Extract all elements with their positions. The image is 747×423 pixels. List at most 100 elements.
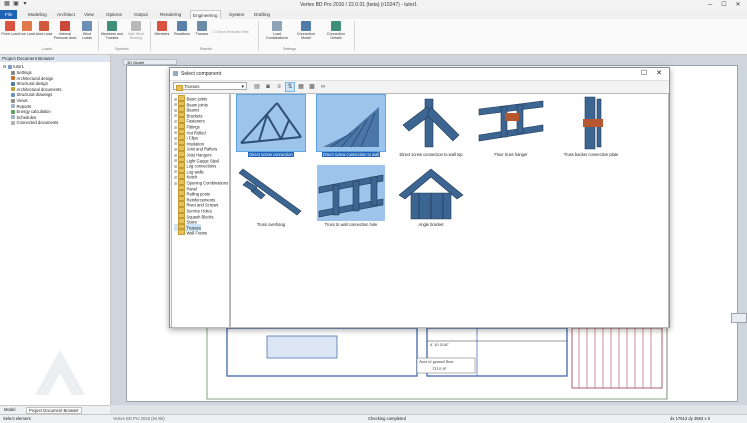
- connection-hole-thumbnail: [317, 165, 385, 221]
- folder-wall-frame[interactable]: Wall Frame: [174, 229, 207, 236]
- select-component-dialog: Select component ☐ ✕ Trusses ▾ ▤ ◙ ≡ ⇅ ▦…: [169, 67, 670, 328]
- tab-output[interactable]: Output: [132, 10, 150, 19]
- connection-details-icon: [331, 21, 341, 31]
- minimize-icon[interactable]: ─: [704, 1, 716, 9]
- dialog-app-icon: [173, 71, 178, 76]
- ribbon-divider: [98, 21, 99, 51]
- architectural-design-icon: [11, 76, 15, 81]
- list-view-icon[interactable]: ≡: [274, 82, 284, 92]
- dialog-title-bar: Select component ☐ ✕: [170, 68, 669, 81]
- ribbon-panel: Point Load Line Load Area Load Internal …: [0, 19, 747, 55]
- reactions-button[interactable]: Reactions: [173, 21, 191, 36]
- connection-details-button[interactable]: Connection Details: [322, 21, 350, 40]
- ribbon-divider: [354, 21, 355, 51]
- settings-icon: [11, 70, 15, 75]
- group-label-loads: Loads: [42, 47, 52, 51]
- reports-icon: [11, 104, 15, 109]
- connected-documents-icon: [11, 120, 15, 125]
- component-truss-to-wall-connection-hole[interactable]: Truss to wall connection hole: [314, 165, 388, 227]
- line-load-icon: [22, 21, 32, 31]
- point-load-button[interactable]: Point Load: [1, 21, 19, 36]
- connection-model-button[interactable]: Connection Model: [293, 21, 319, 40]
- members-result-button[interactable]: Members: [153, 21, 171, 36]
- component-folder-tree: ⊞ Basic joints ⊞ Beam joints ⊞ Beams ⊞ Brack…: [171, 93, 230, 328]
- component-truss-overhang[interactable]: Truss overhang: [234, 165, 308, 227]
- line-load-button[interactable]: Line Load: [18, 21, 36, 36]
- members-trusses-icon: [107, 21, 117, 31]
- ribbon-divider: [150, 21, 151, 51]
- load-combinations-icon: [272, 21, 282, 31]
- load-combinations-button[interactable]: Load Combinations: [262, 21, 292, 40]
- dialog-maximize-icon[interactable]: ☐: [638, 69, 650, 79]
- project-document-browser: Project Document Browser ⊟ tutor1 Settin…: [0, 55, 111, 405]
- maximize-icon[interactable]: ☐: [718, 1, 730, 9]
- component-floor-truss-hanger[interactable]: Floor truss hanger: [474, 95, 548, 157]
- wall-wind-bracing-button[interactable]: Wall Wind Bracing: [125, 21, 147, 40]
- folder-icon: [178, 229, 185, 235]
- binoculars-icon[interactable]: ∞: [318, 82, 328, 92]
- component-gallery: Direct screw connection Direct screw con…: [230, 93, 669, 328]
- area-load-button[interactable]: Area Load: [35, 21, 53, 36]
- truss-connection-thumbnail: [236, 94, 306, 152]
- grid-view-icon[interactable]: ▦: [296, 82, 306, 92]
- view-cube-icon[interactable]: [731, 313, 747, 323]
- sort-icon[interactable]: ⇅: [285, 82, 295, 92]
- component-truss-backer-connection-plate[interactable]: Truss backer connection plate: [554, 95, 628, 157]
- schedules-icon: [11, 115, 15, 120]
- title-bar: ▦ ▣ ▾ Vertex BD Pro 2016 / 22.0.01 (beta…: [0, 0, 747, 10]
- wind-loads-icon: [82, 21, 92, 31]
- tab-options[interactable]: Options: [104, 10, 124, 19]
- reactions-icon: [177, 21, 187, 31]
- wind-loads-button[interactable]: Wind Loads: [78, 21, 96, 40]
- category-dropdown[interactable]: Trusses ▾: [173, 82, 247, 91]
- group-label-results: Results: [200, 47, 212, 51]
- point-load-icon: [5, 21, 15, 31]
- save-icon[interactable]: ▣: [12, 1, 20, 8]
- ribbon-divider: [258, 21, 259, 51]
- component-angle-bracket[interactable]: Angle bracket: [394, 165, 468, 227]
- group-label-settings: Settings: [283, 47, 296, 51]
- internal-pressure-button[interactable]: Internal Pressure Area: [53, 21, 77, 40]
- quick-access-dropdown-icon[interactable]: ▾: [21, 1, 29, 8]
- app-icon[interactable]: ▦: [3, 1, 11, 8]
- folder-open-icon[interactable]: ▤: [252, 82, 262, 92]
- truss-overhang-thumbnail: [237, 165, 305, 221]
- tree-root[interactable]: ⊟ tutor1: [3, 64, 24, 70]
- watermark-logo-icon: [35, 350, 85, 395]
- window-title: Vertex BD Pro 2016 / 22.0.01 (beta) (r15…: [300, 2, 418, 8]
- tab-file[interactable]: File: [0, 10, 18, 19]
- close-icon[interactable]: ✕: [732, 1, 744, 9]
- tab-architect[interactable]: Architect: [55, 10, 77, 19]
- dialog-title: Select component: [181, 71, 222, 77]
- tab-system[interactable]: System: [227, 10, 246, 19]
- show-results-view-checkbox[interactable]: ☐ Show Results View: [212, 29, 249, 34]
- dimension-label: 4' 10 3/16": [430, 342, 449, 347]
- angle-bracket-thumbnail: [397, 165, 465, 221]
- camera-icon[interactable]: ◙: [263, 82, 273, 92]
- tab-rendering[interactable]: Rendering: [158, 10, 183, 19]
- trusses-result-button[interactable]: Trusses: [193, 21, 211, 36]
- tab-view[interactable]: View: [82, 10, 96, 19]
- dialog-close-icon[interactable]: ✕: [653, 69, 665, 79]
- area-value: 131.6 ft²: [432, 366, 447, 371]
- tab-modeling[interactable]: Modeling: [26, 10, 49, 19]
- tab-project-document-browser[interactable]: Project Document Browser: [26, 407, 82, 414]
- chevron-down-icon: ▾: [241, 84, 244, 90]
- architectural-documents-icon: [11, 87, 15, 92]
- component-direct-screw-connection-to-wall[interactable]: Direct screw connection to wall: [314, 94, 388, 157]
- wall-top-connection-thumbnail: [397, 95, 465, 151]
- group-label-symbols: Symbols: [115, 47, 129, 51]
- tab-drafting[interactable]: Drafting: [252, 10, 272, 19]
- tree-item-connected-documents[interactable]: Connected documents: [11, 120, 58, 126]
- members-result-icon: [157, 21, 167, 31]
- members-and-trusses-button[interactable]: Members and Trusses: [101, 21, 123, 40]
- dialog-toolbar: Trusses ▾ ▤ ◙ ≡ ⇅ ▦ ▩ ∞: [170, 81, 669, 93]
- wall-wind-bracing-icon: [131, 21, 141, 31]
- folder-icon: [176, 85, 183, 91]
- panel-header: Project Document Browser: [0, 55, 110, 62]
- wall-connection-thumbnail: [316, 94, 386, 152]
- tab-model[interactable]: Model: [4, 407, 15, 412]
- large-icons-icon[interactable]: ▩: [307, 82, 317, 92]
- component-direct-screw-connection-to-wall-top[interactable]: Direct screw connection to wall top: [394, 95, 468, 157]
- component-direct-screw-connection[interactable]: Direct screw connection: [234, 94, 308, 157]
